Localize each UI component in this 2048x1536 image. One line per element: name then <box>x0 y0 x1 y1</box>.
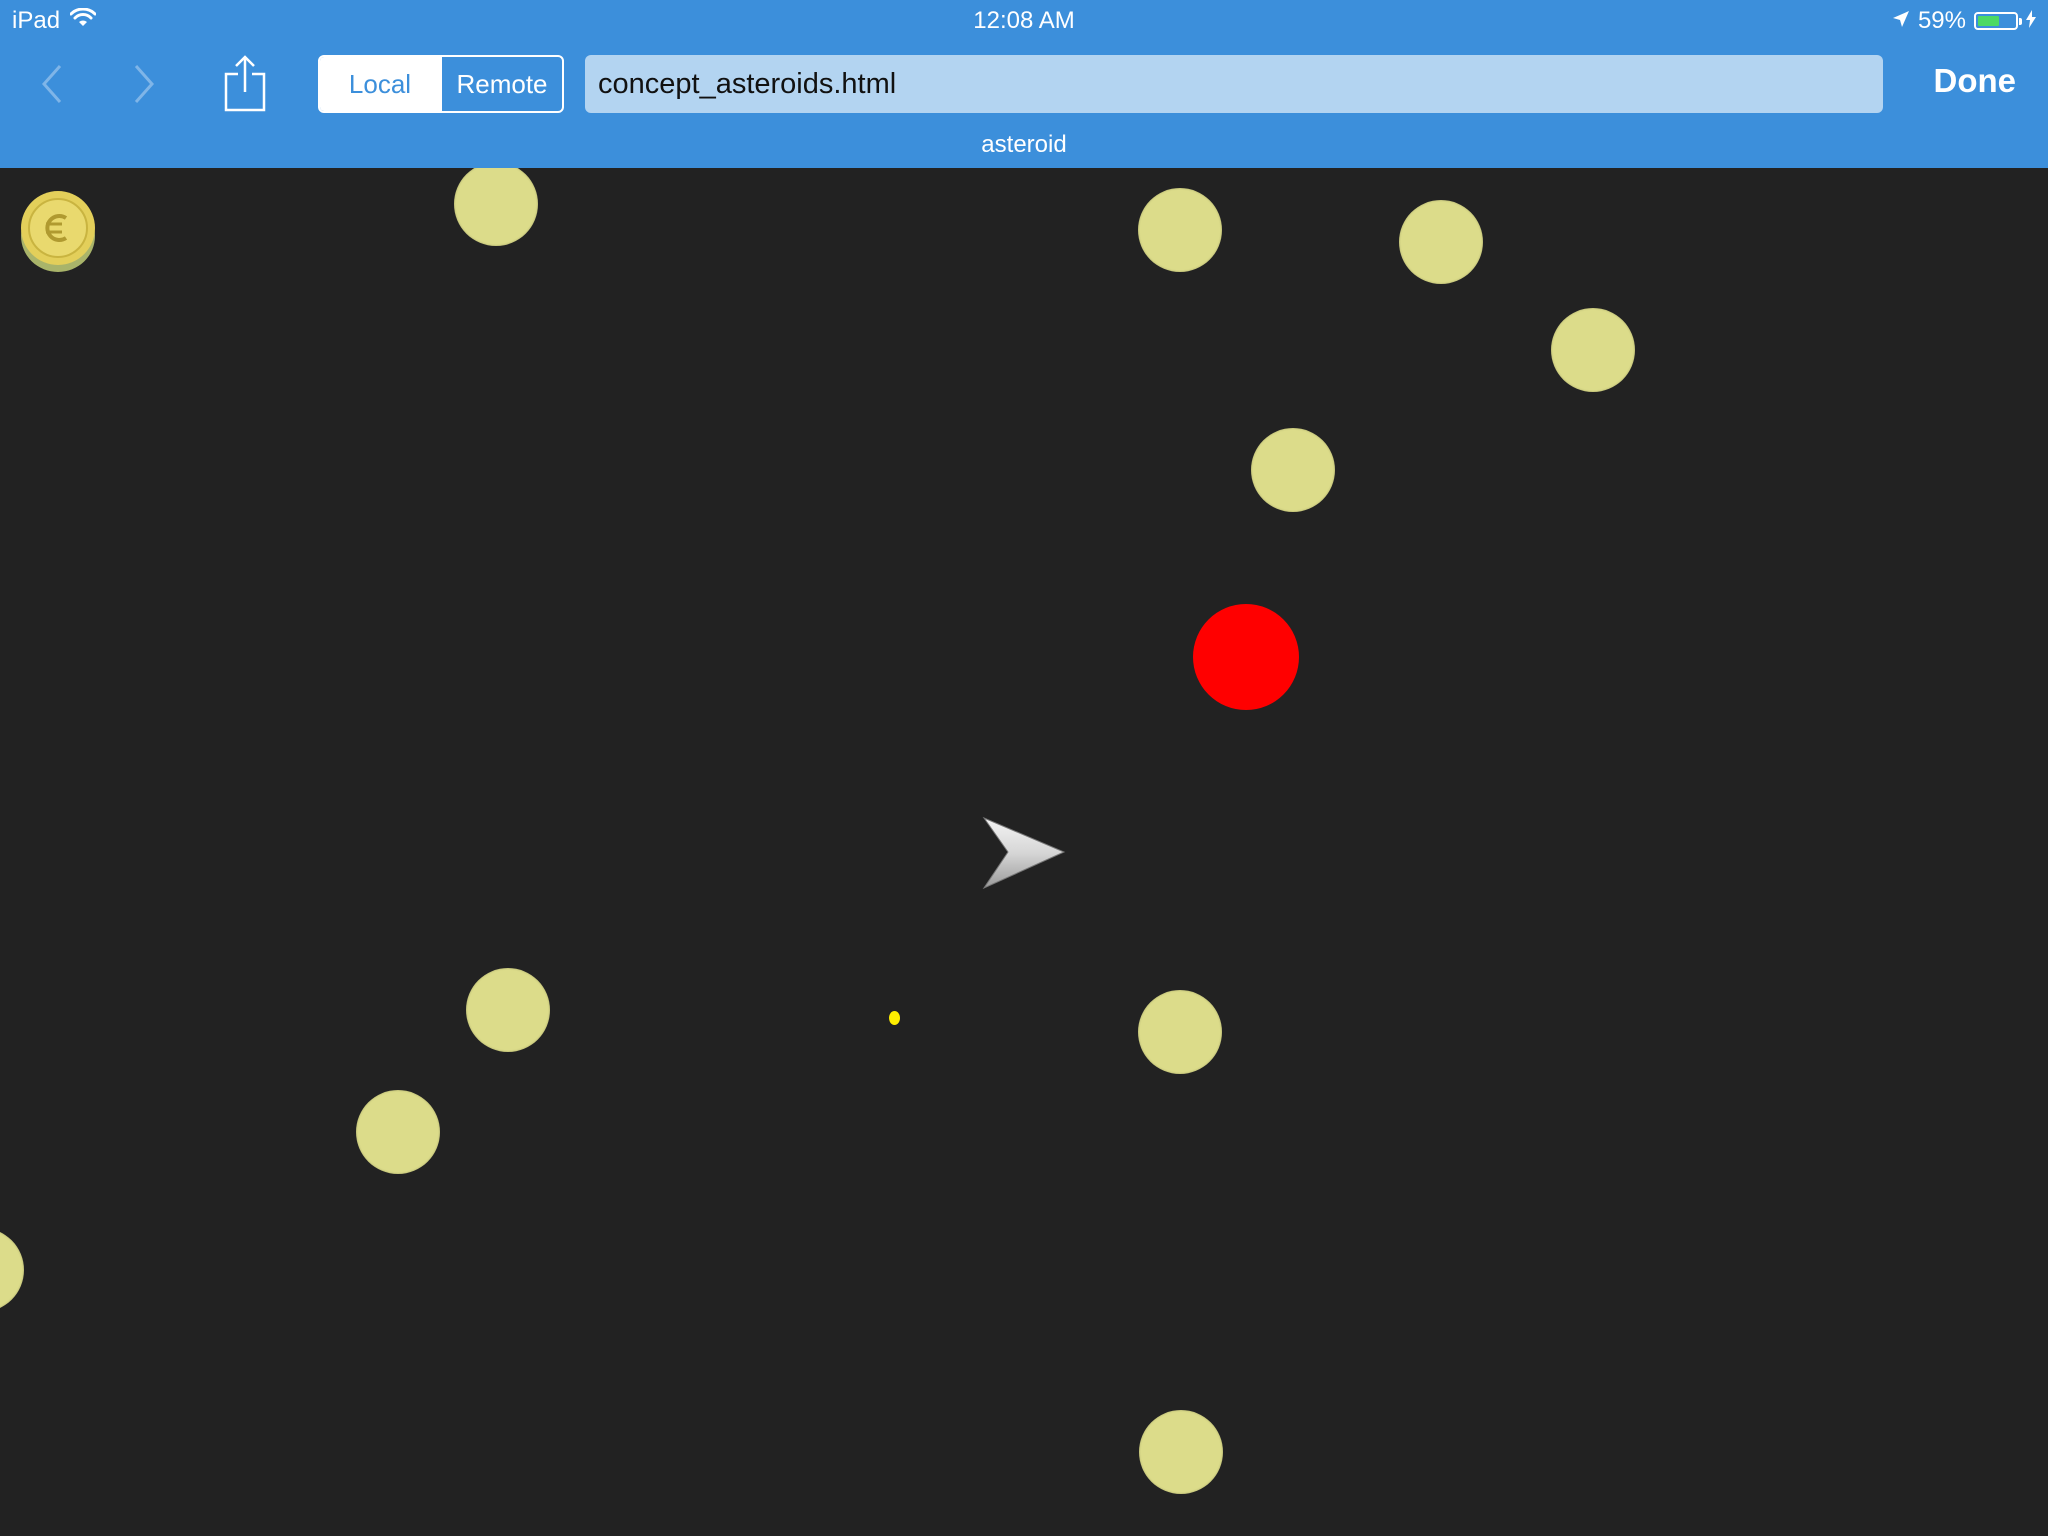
asteroid <box>356 1090 440 1174</box>
asteroid <box>1138 188 1222 272</box>
asteroid <box>1251 428 1335 512</box>
share-icon <box>224 55 266 112</box>
status-time: 12:08 AM <box>973 7 1075 34</box>
battery-level <box>1978 16 2000 26</box>
ship-arrow-icon <box>982 816 1066 890</box>
chevron-right-icon <box>134 65 155 103</box>
browser-header: iPad 12:08 AM 59% Local Remote concept_a… <box>0 0 2048 168</box>
battery-icon <box>1974 12 2022 30</box>
asteroid <box>454 168 538 246</box>
segment-remote[interactable]: Remote <box>440 57 562 111</box>
status-bar: iPad 12:08 AM 59% <box>0 0 2048 40</box>
coin-icon[interactable] <box>20 190 96 274</box>
charging-bolt-icon <box>2026 7 2036 35</box>
battery-percent: 59% <box>1917 7 1966 34</box>
asteroid <box>1139 1410 1223 1494</box>
asteroid <box>466 968 550 1052</box>
asteroid <box>0 1228 24 1312</box>
enemy-red-asteroid <box>1193 604 1299 710</box>
forward-button[interactable] <box>122 58 166 110</box>
bullet <box>889 1011 900 1025</box>
game-canvas[interactable] <box>0 168 2048 1536</box>
page-title: asteroid <box>981 131 1067 158</box>
asteroid <box>1399 200 1483 284</box>
player-ship <box>980 808 1068 896</box>
share-button[interactable] <box>220 52 270 114</box>
asteroid <box>1138 990 1222 1074</box>
asteroid <box>1551 308 1635 392</box>
chevron-left-icon <box>41 65 62 103</box>
status-right: 59% <box>1892 7 2036 35</box>
segment-local[interactable]: Local <box>320 57 440 111</box>
url-field[interactable] <box>585 55 1883 113</box>
back-button[interactable] <box>30 58 74 110</box>
done-button[interactable]: Done <box>1934 62 2017 100</box>
location-arrow-icon <box>1892 7 1910 35</box>
local-remote-segmented-control: Local Remote <box>318 55 564 113</box>
